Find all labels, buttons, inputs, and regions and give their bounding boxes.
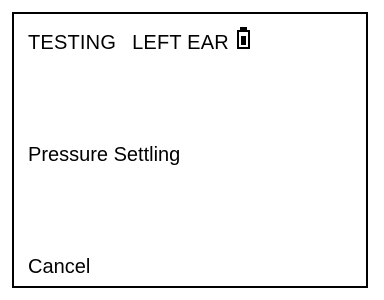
header-bar: TESTING LEFT EAR bbox=[28, 27, 250, 58]
ear-label: LEFT EAR bbox=[132, 31, 229, 54]
status-message: Pressure Settling bbox=[28, 144, 181, 166]
battery-fill bbox=[240, 36, 246, 45]
battery-body bbox=[236, 30, 250, 49]
test-mode-label: TESTING bbox=[28, 31, 117, 54]
device-screen: TESTING LEFT EAR Pressure Settling Cance… bbox=[12, 12, 368, 288]
cancel-button[interactable]: Cancel bbox=[28, 256, 90, 279]
battery-icon bbox=[236, 27, 250, 49]
